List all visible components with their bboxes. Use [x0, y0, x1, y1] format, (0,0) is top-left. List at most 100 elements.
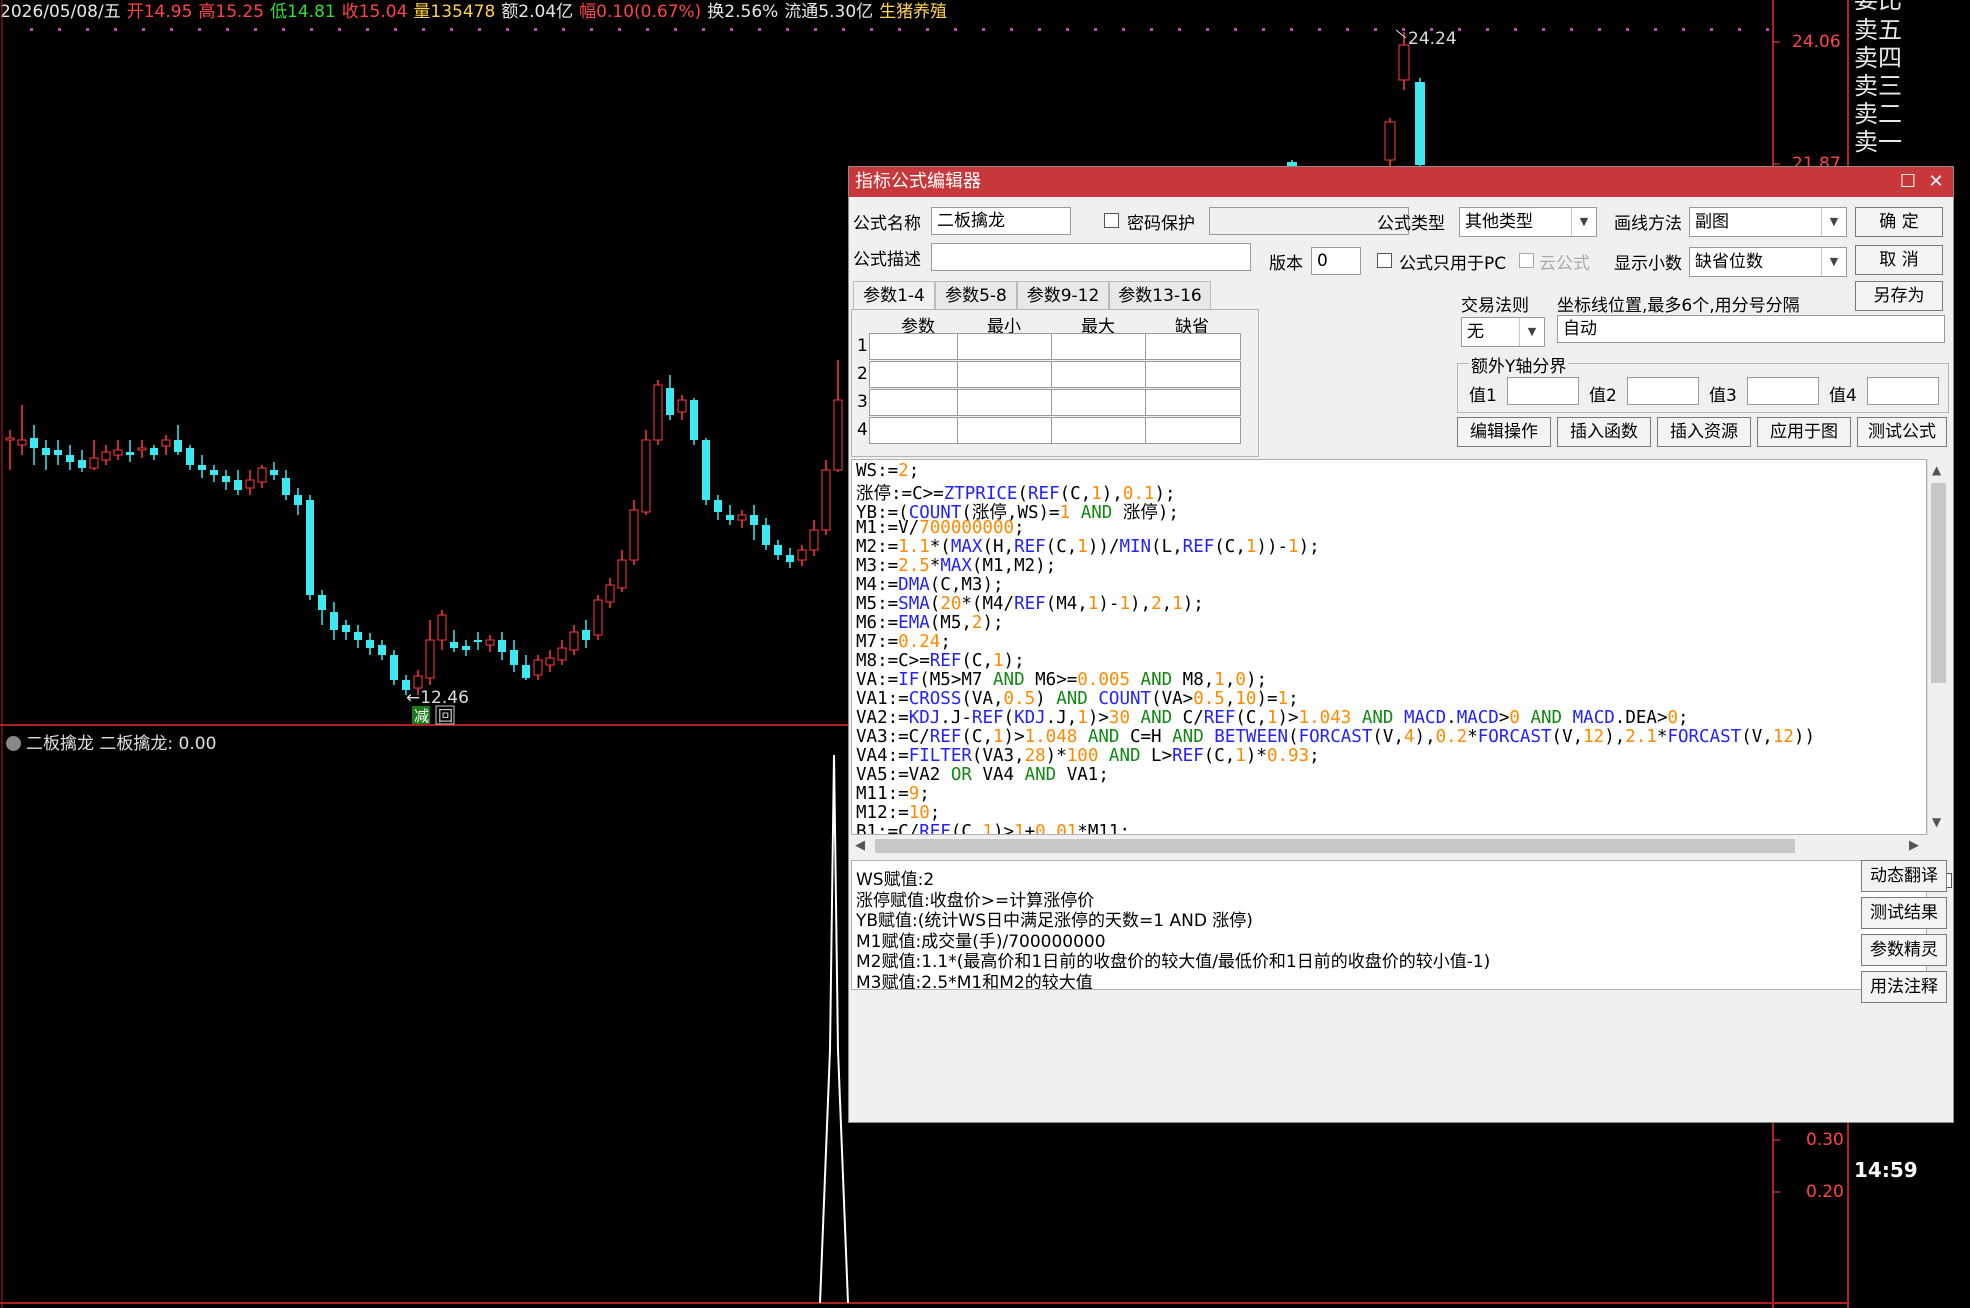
extra-y-value-input[interactable] — [1507, 377, 1579, 405]
param-cell-input[interactable] — [1051, 389, 1147, 416]
trade-rule-value: 无 — [1467, 322, 1484, 342]
candle-body — [605, 584, 615, 603]
candle-body — [809, 529, 819, 551]
code-line: B1:=C/REF(C,1)>1+0.01*M11; — [856, 822, 1130, 835]
param-cell-input[interactable] — [869, 389, 965, 416]
dot-marker — [394, 28, 397, 31]
scroll-thumb[interactable] — [1931, 483, 1946, 683]
code-editor[interactable]: WS:=2; 涨停:=C>=ZTPRICE(REF(C,1),0.1); YB:=(… — [851, 459, 1927, 835]
param-cell-input[interactable] — [869, 361, 965, 388]
pc-only-checkbox[interactable] — [1377, 253, 1392, 268]
param-cell-input[interactable] — [1145, 333, 1241, 360]
scroll-thumb[interactable] — [875, 839, 1795, 853]
formula-name-label: 公式名称 — [853, 214, 921, 234]
tab-params-5-8[interactable]: 参数5-8 — [935, 281, 1017, 310]
extra-y-value-input[interactable] — [1627, 377, 1699, 405]
dot-marker — [1346, 28, 1349, 31]
candle-body — [78, 460, 86, 468]
version-input[interactable]: 0 — [1311, 247, 1361, 275]
param-cell-input[interactable] — [1145, 389, 1241, 416]
trade-rule-select[interactable]: 无 ▼ — [1461, 317, 1545, 347]
code-line: M11:=9; — [856, 784, 930, 804]
candle-body — [774, 545, 782, 555]
candle-body — [234, 480, 242, 490]
test-result-button[interactable]: 测试结果 — [1861, 897, 1947, 929]
dot-marker — [1570, 28, 1573, 31]
dot-marker — [338, 28, 341, 31]
code-line: M6:=EMA(M5,2); — [856, 613, 1004, 633]
tab-params-13-16[interactable]: 参数13-16 — [1109, 281, 1211, 310]
dot-marker — [1374, 28, 1377, 31]
code-line: M12:=10; — [856, 803, 941, 823]
candle-body — [390, 655, 398, 680]
decimal-select[interactable]: 缺省位数 ▼ — [1689, 247, 1847, 277]
scroll-right-icon[interactable]: ▶ — [1909, 838, 1919, 853]
apply-to-chart-button[interactable]: 应用于图 — [1757, 417, 1851, 447]
param-cell-input[interactable] — [1145, 417, 1241, 444]
axis-position-input[interactable]: 自动 — [1557, 315, 1945, 343]
edit-operation-button[interactable]: 编辑操作 — [1457, 417, 1551, 447]
dot-marker — [198, 28, 201, 31]
maximize-icon[interactable]: ☐ — [1893, 167, 1923, 197]
tab-params-1-4[interactable]: 参数1-4 — [853, 281, 935, 310]
extra-y-value-label: 值3 — [1709, 386, 1737, 406]
param-cell-input[interactable] — [869, 417, 965, 444]
cloud-checkbox[interactable] — [1519, 253, 1534, 268]
code-vertical-scrollbar[interactable]: ▲ ▼ — [1927, 459, 1950, 835]
indicator-toggle-icon[interactable] — [6, 736, 21, 751]
draw-method-select[interactable]: 副图 ▼ — [1689, 207, 1847, 237]
param-wizard-button[interactable]: 参数精灵 — [1861, 934, 1947, 966]
badge-reduce-text: 减 — [414, 707, 429, 725]
formula-editor-window[interactable]: 指标公式编辑器 ☐ ✕ 公式名称 二板擒龙 密码保护 公式类型 其他类型 ▼ 画线… — [848, 166, 1954, 1123]
param-cell-input[interactable] — [1051, 361, 1147, 388]
formula-name-input[interactable]: 二板擒龙 — [931, 207, 1071, 235]
dot-marker — [1206, 28, 1209, 31]
extra-y-value-input[interactable] — [1867, 377, 1939, 405]
dot-marker — [1290, 28, 1293, 31]
top-dots — [30, 28, 1769, 31]
param-cell-input[interactable] — [957, 333, 1053, 360]
editor-titlebar[interactable]: 指标公式编辑器 ☐ ✕ — [849, 167, 1953, 197]
scroll-down-icon[interactable]: ▼ — [1932, 815, 1941, 829]
param-cell-input[interactable] — [957, 361, 1053, 388]
param-cell-input[interactable] — [1051, 333, 1147, 360]
candle-body — [318, 595, 326, 610]
extra-y-value-input[interactable] — [1747, 377, 1819, 405]
scroll-left-icon[interactable]: ◀ — [855, 838, 865, 853]
insert-function-button[interactable]: 插入函数 — [1557, 417, 1651, 447]
candle-body — [270, 470, 278, 475]
candle-body — [198, 465, 206, 470]
order-book-ask1: 卖一 — [1854, 128, 1902, 156]
formula-type-select[interactable]: 其他类型 ▼ — [1459, 207, 1597, 237]
scroll-up-icon[interactable]: ▲ — [1932, 463, 1941, 477]
extra-y-value-label: 值1 — [1469, 386, 1497, 406]
param-cell-input[interactable] — [869, 333, 965, 360]
param-cell-input[interactable] — [957, 417, 1053, 444]
cancel-button[interactable]: 取 消 — [1855, 245, 1943, 275]
password-checkbox[interactable] — [1104, 213, 1119, 228]
code-line: M2:=1.1*(MAX(H,REF(C,1))/MIN(L,REF(C,1))… — [856, 537, 1320, 557]
close-icon[interactable]: ✕ — [1921, 167, 1951, 197]
ok-button[interactable]: 确 定 — [1855, 207, 1943, 237]
dot-marker — [814, 28, 817, 31]
candle-body — [30, 438, 38, 448]
usage-notes-button[interactable]: 用法注释 — [1861, 971, 1947, 1003]
param-row-number: 4 — [857, 420, 868, 440]
code-horizontal-scrollbar[interactable]: ◀ ▶ — [851, 835, 1927, 857]
insert-resource-button[interactable]: 插入资源 — [1657, 417, 1751, 447]
indicator-title[interactable]: 二板擒龙 二板擒龙: 0.00 — [6, 729, 216, 754]
param-cell-input[interactable] — [957, 389, 1053, 416]
tab-params-9-12[interactable]: 参数9-12 — [1017, 281, 1109, 310]
candle-body — [42, 448, 50, 455]
test-formula-button[interactable]: 测试公式 — [1857, 417, 1947, 447]
save-as-button[interactable]: 另存为 — [1855, 281, 1943, 311]
dynamic-translate-button[interactable]: 动态翻译 — [1861, 860, 1947, 892]
dot-marker — [618, 28, 621, 31]
candle-body — [714, 500, 722, 512]
param-cell-input[interactable] — [1145, 361, 1241, 388]
draw-method-label: 画线方法 — [1614, 214, 1682, 234]
dot-marker — [1654, 28, 1657, 31]
param-cell-input[interactable] — [1051, 417, 1147, 444]
formula-desc-input[interactable] — [931, 243, 1251, 271]
dot-marker — [1066, 28, 1069, 31]
